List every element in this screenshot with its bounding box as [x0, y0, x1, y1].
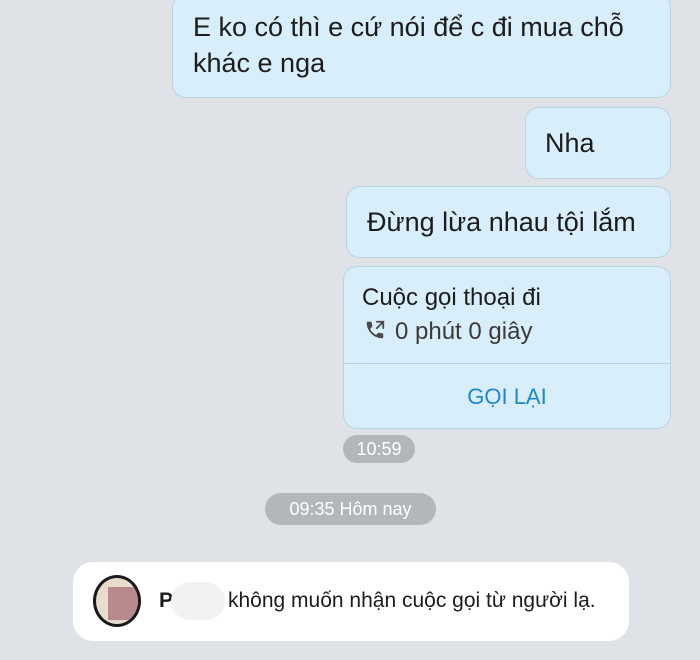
call-duration-row: 0 phút 0 giây	[364, 318, 532, 346]
message-text: Nha	[545, 128, 595, 158]
sent-message-bubble[interactable]: E ko có thì e cứ nói để c đi mua chỗ khá…	[172, 0, 671, 98]
name-redaction	[171, 582, 225, 620]
sent-message-bubble[interactable]: Nha	[525, 107, 671, 179]
avatar-redaction	[108, 587, 138, 620]
outgoing-call-card[interactable]: Cuộc gọi thoại đi 0 phút 0 giây GỌI LẠI	[343, 266, 671, 429]
day-separator: 09:35 Hôm nay	[265, 493, 436, 525]
message-text: Đừng lừa nhau tội lắm	[367, 207, 636, 237]
call-title: Cuộc gọi thoại đi	[362, 284, 541, 311]
message-text: E ko có thì e cứ nói để c đi mua chỗ khá…	[193, 12, 624, 78]
notice-text: không muốn nhận cuộc gọi từ người lạ.	[228, 589, 596, 612]
chat-screen: { "messages": [ { "text": "E ko có thì e…	[0, 0, 700, 660]
system-notice: P không muốn nhận cuộc gọi từ người lạ.	[73, 562, 629, 641]
sent-message-bubble[interactable]: Đừng lừa nhau tội lắm	[346, 186, 671, 258]
outgoing-phone-icon	[364, 319, 386, 346]
message-timestamp: 10:59	[343, 435, 415, 463]
call-duration: 0 phút 0 giây	[395, 318, 533, 345]
call-back-button[interactable]: GỌI LẠI	[344, 364, 670, 428]
avatar[interactable]	[93, 575, 141, 627]
